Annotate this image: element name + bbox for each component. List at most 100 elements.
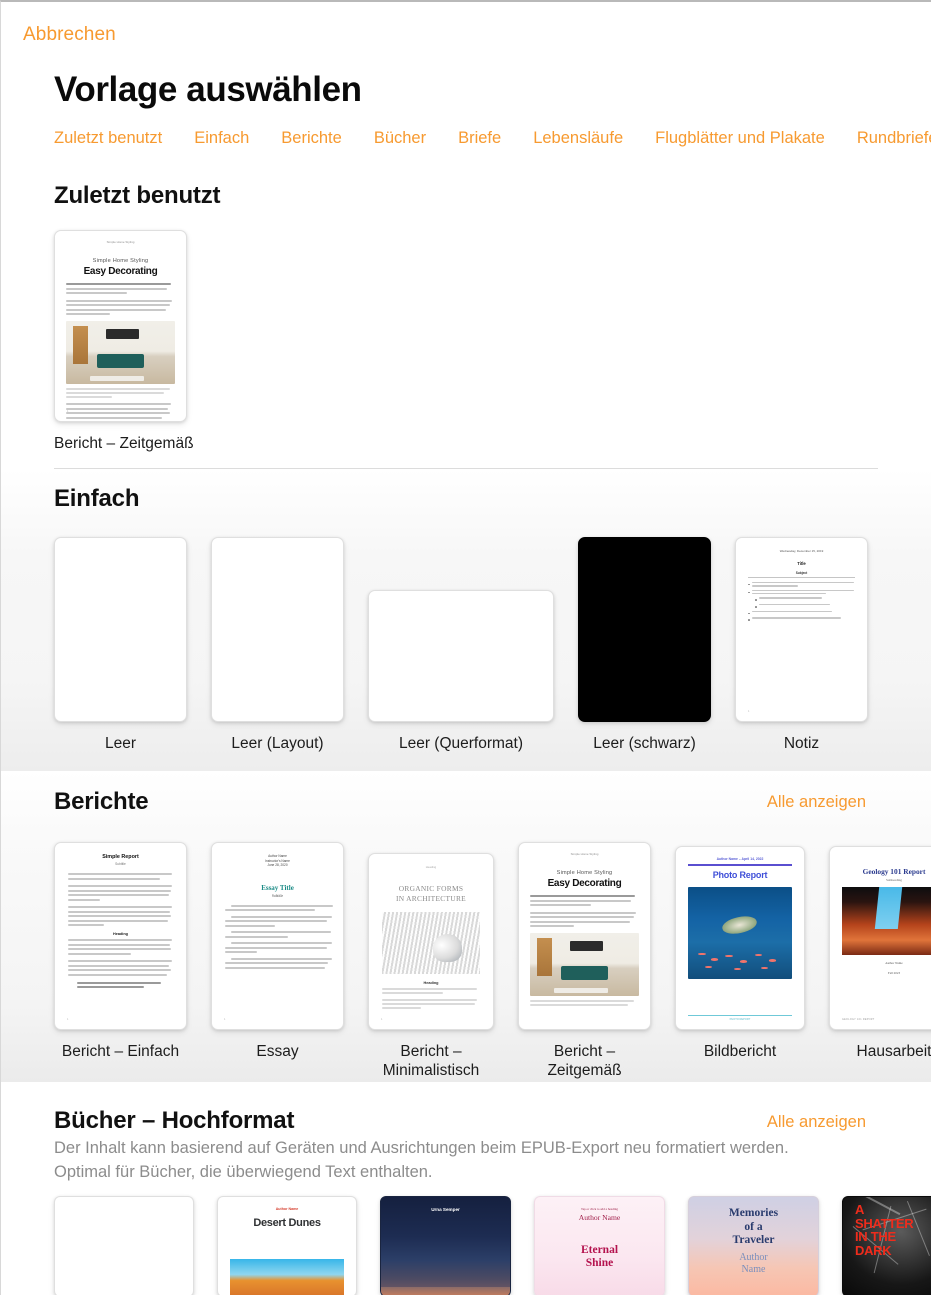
template-thumbnail[interactable]: A SHATTER IN THE DARK	[842, 1196, 931, 1295]
thumb-author: Author Name	[885, 961, 903, 965]
template-thumbnail[interactable]	[368, 590, 554, 722]
thumb-photo	[530, 933, 639, 996]
cancel-button[interactable]: Abbrechen	[23, 24, 116, 46]
books-subtitle-line1: Der Inhalt kann basierend auf Geräten un…	[54, 1139, 789, 1157]
section-title-simple: Einfach	[54, 485, 140, 512]
tab-flugblaetter-und-plakate[interactable]: Flugblätter und Plakate	[655, 129, 825, 148]
template-card-leer[interactable]: Leer	[54, 537, 187, 753]
template-thumbnail[interactable]: Urna Semper	[380, 1196, 511, 1295]
thumb-subtitle: Subtitle	[271, 893, 284, 898]
tab-einfach[interactable]: Einfach	[194, 129, 249, 148]
thumb-footer-text: GEOLOGY 101 REPORT	[842, 1018, 875, 1021]
thumb-term: Fall 2023	[887, 971, 901, 975]
thumb-eyebrow: Simple Home Styling	[106, 240, 135, 244]
thumb-title: Essay Title	[261, 883, 294, 892]
thumb-heading: Heading	[113, 932, 128, 936]
tab-briefe[interactable]: Briefe	[458, 129, 501, 148]
category-tabbar[interactable]: Zuletzt benutzt Einfach Berichte Bücher …	[54, 129, 931, 148]
template-caption: Bericht – Zeitgemäß	[547, 1043, 622, 1079]
template-thumbnail[interactable]	[578, 537, 711, 722]
thumb-eyebrow: Tap or click to add a heading	[581, 1207, 618, 1211]
template-card-bericht-zeitgemaess[interactable]: Simple Home Styling Simple Home Styling …	[54, 230, 194, 453]
section-title-reports: Berichte	[54, 788, 149, 815]
template-thumbnail[interactable]: Memories of a Traveler Author Name	[688, 1196, 819, 1295]
thumb-title: Geology 101 Report	[862, 867, 926, 876]
thumb-page-number: 1	[224, 1018, 226, 1021]
template-card-leer-layout[interactable]: Leer (Layout)	[211, 537, 344, 753]
reports-row: Simple Report Subtitle Heading 1 Bericht…	[54, 842, 931, 1080]
template-caption: Notiz	[783, 735, 820, 752]
thumb-author-line2: Name	[741, 1263, 766, 1275]
thumb-author: Author Name – April 14, 2022	[716, 857, 764, 861]
thumb-caption-lines	[66, 388, 175, 419]
template-thumbnail[interactable]	[211, 537, 344, 722]
tab-berichte[interactable]: Berichte	[281, 129, 342, 148]
book-card-a-shatter-in-the-dark[interactable]: A SHATTER IN THE DARK	[842, 1196, 931, 1295]
tab-zuletzt-benutzt[interactable]: Zuletzt benutzt	[54, 129, 162, 148]
thumb-body-lines	[225, 904, 333, 969]
template-thumbnail[interactable]: Geology 101 Report Subheading Author Nam…	[829, 846, 931, 1030]
template-thumbnail[interactable]	[54, 1196, 194, 1295]
thumb-body-lines	[382, 988, 480, 1009]
page-title: Vorlage auswählen	[54, 70, 362, 109]
book-card-eternal-shine[interactable]: Tap or click to add a heading Author Nam…	[534, 1196, 665, 1295]
see-all-books-link[interactable]: Alle anzeigen	[767, 1113, 866, 1132]
template-card-notiz[interactable]: Wednesday, December 15, 2019 Title Subje…	[735, 537, 868, 753]
template-card-leer-querformat[interactable]: Leer (Querformat)	[368, 537, 554, 753]
thumb-photo	[688, 886, 792, 979]
template-thumbnail[interactable]: Heading ORGANIC FORMS IN ARCHITECTURE He…	[368, 853, 494, 1030]
template-caption: Bericht – Einfach	[61, 1043, 180, 1060]
thumb-title-line2: IN ARCHITECTURE	[396, 894, 466, 903]
thumb-caption-lines	[530, 1000, 639, 1006]
thumb-heading: Easy Decorating	[547, 878, 622, 889]
book-card-blank[interactable]	[54, 1196, 194, 1295]
see-all-reports-link[interactable]: Alle anzeigen	[767, 793, 866, 812]
thumb-heading: Heading	[423, 981, 439, 985]
thumb-photo	[66, 321, 175, 384]
books-subtitle-line2: Optimal für Bücher, die überwiegend Text…	[54, 1163, 433, 1181]
book-card-desert-dunes[interactable]: Author Name Desert Dunes	[217, 1196, 357, 1295]
template-thumbnail[interactable]: Simple Report Subtitle Heading 1	[54, 842, 187, 1030]
template-thumbnail[interactable]: Simple Home Styling Simple Home Styling …	[518, 842, 651, 1030]
thumb-author-line1: Author	[739, 1251, 768, 1263]
template-thumbnail[interactable]: Wednesday, December 15, 2019 Title Subje…	[735, 537, 868, 722]
thumb-eyebrow: Heading	[425, 865, 437, 869]
thumb-title-line3: IN THE	[855, 1229, 896, 1244]
thumb-body-lines	[68, 873, 173, 926]
template-card-bericht-zeitgemaess-2[interactable]: Simple Home Styling Simple Home Styling …	[518, 842, 651, 1080]
template-card-hausarbeit[interactable]: Geology 101 Report Subheading Author Nam…	[829, 842, 931, 1080]
template-card-bericht-einfach[interactable]: Simple Report Subtitle Heading 1 Bericht…	[54, 842, 187, 1080]
thumb-subtitle: Simple Home Styling	[92, 258, 149, 264]
thumb-body-lines-2	[68, 939, 173, 976]
template-card-bericht-minimalistisch[interactable]: Heading ORGANIC FORMS IN ARCHITECTURE He…	[368, 842, 494, 1080]
thumb-title: Desert Dunes	[253, 1217, 321, 1229]
thumb-author: Author Name	[275, 1207, 299, 1211]
template-caption: Leer (Querformat)	[398, 735, 524, 752]
thumb-title-line3: Traveler	[732, 1234, 775, 1246]
template-thumbnail[interactable]: Author Name Instructor's Name June 28, 2…	[211, 842, 344, 1030]
section-title-recents: Zuletzt benutzt	[54, 182, 221, 209]
template-caption: Leer (schwarz)	[593, 735, 696, 752]
template-thumbnail[interactable]: Author Name – April 14, 2022 Photo Repor…	[675, 846, 805, 1030]
template-thumbnail[interactable]: Simple Home Styling Simple Home Styling …	[54, 230, 187, 422]
book-card-memories-of-a-traveler[interactable]: Memories of a Traveler Author Name	[688, 1196, 819, 1295]
thumb-title-line1: A	[855, 1202, 865, 1217]
template-card-leer-schwarz[interactable]: Leer (schwarz)	[578, 537, 711, 753]
thumb-body-lines	[66, 283, 175, 315]
tab-buecher[interactable]: Bücher	[374, 129, 426, 148]
simple-row: Leer Leer (Layout) Leer (Querformat) Lee…	[54, 537, 931, 753]
template-card-essay[interactable]: Author Name Instructor's Name June 28, 2…	[211, 842, 344, 1080]
tab-lebenslaeufe[interactable]: Lebensläufe	[533, 129, 623, 148]
tab-rundbriefe[interactable]: Rundbriefe	[857, 129, 931, 148]
book-card-urna-semper[interactable]: Urna Semper	[380, 1196, 511, 1295]
thumb-title: Simple Report	[102, 854, 139, 860]
thumb-title-line1: ORGANIC FORMS	[398, 884, 464, 893]
thumb-page-number: 1	[67, 1018, 69, 1021]
template-thumbnail[interactable]	[54, 537, 187, 722]
template-thumbnail[interactable]: Author Name Desert Dunes	[217, 1196, 357, 1295]
thumb-page-number: 1	[381, 1018, 383, 1021]
thumb-body-lines	[530, 895, 639, 927]
template-thumbnail[interactable]: Tap or click to add a heading Author Nam…	[534, 1196, 665, 1295]
template-card-bildbericht[interactable]: Author Name – April 14, 2022 Photo Repor…	[675, 842, 805, 1080]
thumb-subtitle: Simple Home Styling	[556, 870, 613, 876]
